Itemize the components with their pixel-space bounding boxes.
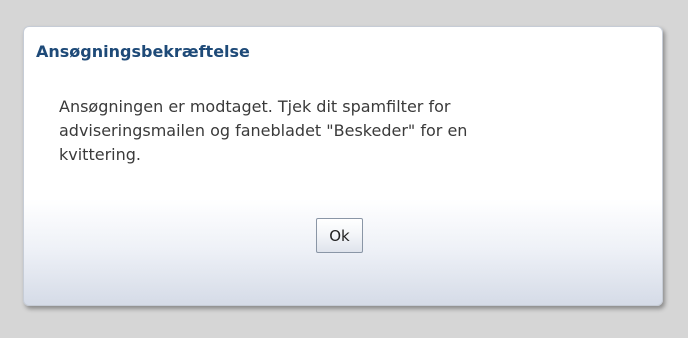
- confirmation-dialog: Ansøgningsbekræftelse Ansøgningen er mod…: [23, 26, 663, 306]
- dialog-message: Ansøgningen er modtaget. Tjek dit spamfi…: [59, 97, 468, 164]
- ok-button[interactable]: Ok: [316, 218, 363, 253]
- dialog-title: Ansøgningsbekræftelse: [36, 42, 250, 61]
